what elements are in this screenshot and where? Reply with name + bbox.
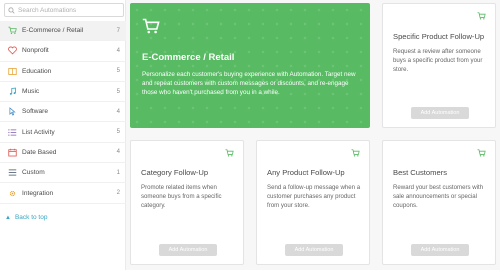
- search-input[interactable]: [15, 6, 115, 14]
- automation-card-best-customers[interactable]: Best Customers Reward your best customer…: [382, 140, 496, 265]
- card-description: Send a follow-up message when a customer…: [267, 184, 361, 209]
- cart-icon: [351, 149, 360, 157]
- list-icon: [8, 128, 17, 137]
- cart-icon: [477, 12, 486, 20]
- cart-icon: [8, 26, 17, 35]
- hero-category-card: E-Commerce / Retail Personalize each cus…: [130, 3, 370, 128]
- search-icon: [8, 6, 15, 14]
- sidebar-item-label: Software: [22, 108, 49, 116]
- arrow-up-icon: ▲: [5, 214, 11, 221]
- menu-icon: [8, 168, 17, 177]
- sidebar-item-label: List Activity: [22, 128, 55, 136]
- book-icon: [8, 67, 17, 76]
- sidebar-item-label: Nonprofit: [22, 47, 49, 55]
- sidebar-item-count: 4: [116, 149, 120, 156]
- card-title: Best Customers: [393, 168, 448, 177]
- cursor-icon: [8, 107, 17, 116]
- back-to-top-link[interactable]: ▲ Back to top: [5, 214, 47, 221]
- heart-icon: [8, 46, 17, 55]
- sidebar-item-label: Date Based: [22, 148, 57, 156]
- music-note-icon: [8, 87, 17, 96]
- sidebar-item-count: 2: [116, 190, 120, 197]
- sidebar-item-label: Custom: [22, 169, 45, 177]
- sidebar-item-education[interactable]: Education 5: [0, 62, 126, 82]
- sidebar-item-date-based[interactable]: Date Based 4: [0, 143, 126, 164]
- sidebar-item-software[interactable]: Software 4: [0, 102, 126, 123]
- sidebar-item-ecommerce[interactable]: E-Commerce / Retail 7: [0, 21, 126, 42]
- card-title: Specific Product Follow-Up: [393, 32, 485, 41]
- sidebar-item-count: 4: [116, 47, 120, 54]
- add-automation-button[interactable]: Add Automation: [411, 107, 469, 119]
- cart-icon: [477, 149, 486, 157]
- sidebar-item-label: Education: [22, 67, 52, 75]
- automation-card-category[interactable]: Category Follow-Up Promote related items…: [130, 140, 244, 265]
- sidebar-item-count: 5: [116, 129, 120, 136]
- sidebar-item-label: Music: [22, 88, 40, 96]
- back-to-top-label: Back to top: [14, 214, 48, 221]
- card-description: Promote related items when someone buys …: [141, 184, 222, 209]
- category-nav: E-Commerce / Retail 7 Nonprofit 4 Educat…: [0, 21, 126, 204]
- sidebar-item-integration[interactable]: Integration 2: [0, 183, 126, 204]
- hero-description: Personalize each customer's buying exper…: [142, 71, 356, 96]
- add-automation-button[interactable]: Add Automation: [159, 244, 217, 256]
- sidebar-item-label: E-Commerce / Retail: [22, 27, 84, 35]
- card-title: Category Follow-Up: [141, 168, 209, 177]
- automation-card-any-product[interactable]: Any Product Follow-Up Send a follow-up m…: [256, 140, 370, 265]
- cart-icon: [142, 18, 160, 34]
- card-description: Request a review after someone buys a sp…: [393, 48, 483, 73]
- sidebar-item-label: Integration: [22, 189, 54, 197]
- sidebar: E-Commerce / Retail 7 Nonprofit 4 Educat…: [0, 0, 126, 270]
- card-description: Reward your best customers with sale ann…: [393, 184, 484, 209]
- add-automation-button[interactable]: Add Automation: [285, 244, 343, 256]
- sidebar-item-count: 5: [116, 68, 120, 75]
- hero-pattern: [130, 3, 370, 128]
- card-title: Any Product Follow-Up: [267, 168, 345, 177]
- sidebar-item-list-activity[interactable]: List Activity 5: [0, 122, 126, 143]
- sidebar-item-custom[interactable]: Custom 1: [0, 163, 126, 184]
- cart-icon: [225, 149, 234, 157]
- add-automation-button[interactable]: Add Automation: [411, 244, 469, 256]
- sidebar-item-count: 1: [116, 169, 120, 176]
- sidebar-item-count: 4: [116, 108, 120, 115]
- sidebar-item-count: 7: [116, 27, 120, 34]
- gear-icon: [8, 189, 17, 198]
- hero-title: E-Commerce / Retail: [142, 52, 235, 63]
- sidebar-item-music[interactable]: Music 5: [0, 82, 126, 103]
- calendar-icon: [8, 148, 17, 157]
- sidebar-item-nonprofit[interactable]: Nonprofit 4: [0, 41, 126, 62]
- automation-card-specific-product[interactable]: Specific Product Follow-Up Request a rev…: [382, 3, 496, 128]
- sidebar-item-count: 5: [116, 88, 120, 95]
- search-box[interactable]: [4, 3, 124, 17]
